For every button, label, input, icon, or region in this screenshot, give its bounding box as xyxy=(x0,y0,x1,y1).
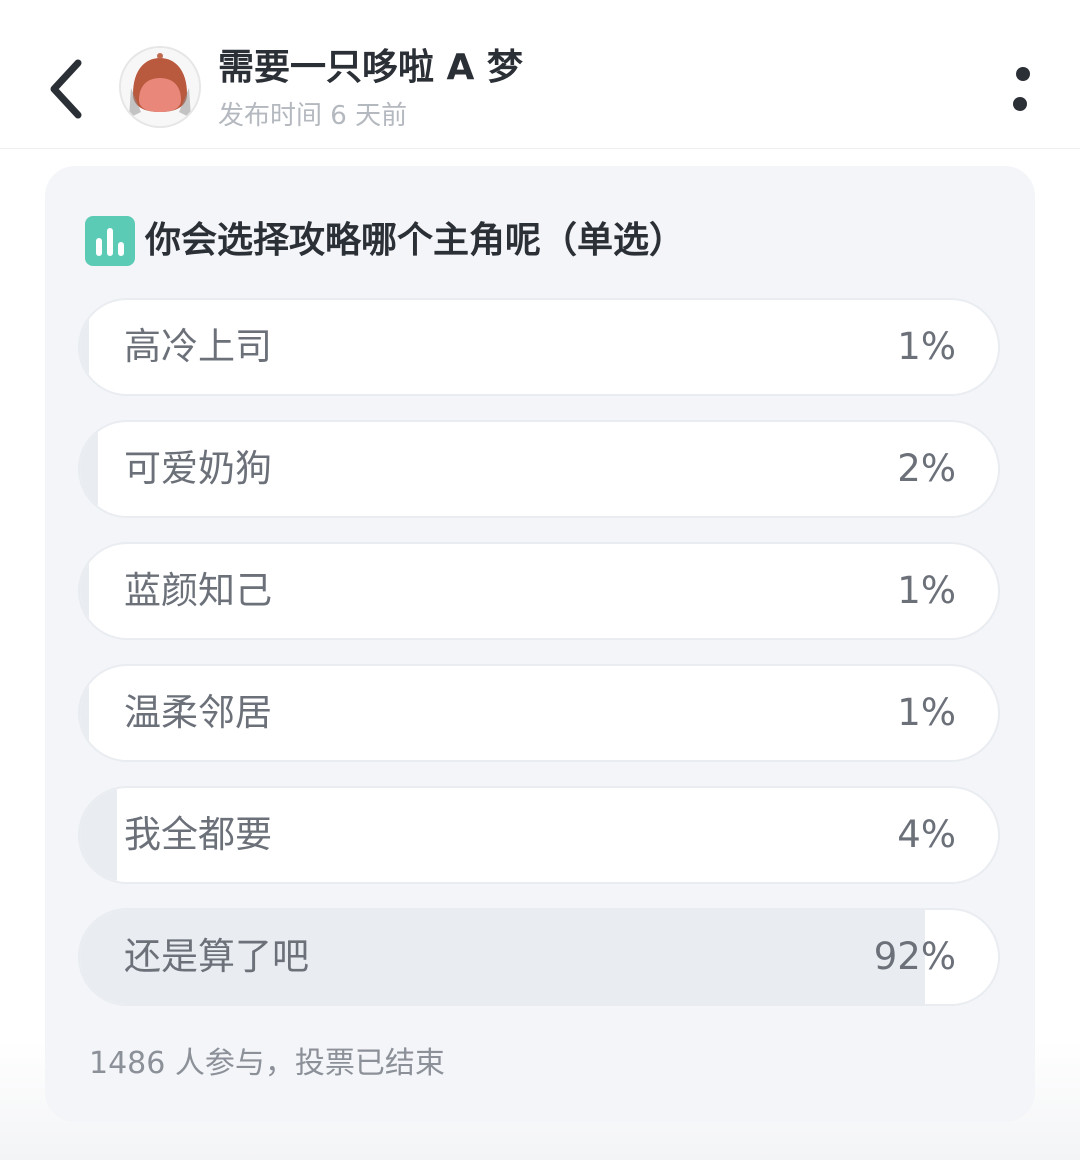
option-label: 可爱奶狗 xyxy=(124,447,272,490)
avatar[interactable] xyxy=(121,48,199,126)
more-vertical-icon xyxy=(1013,67,1030,111)
option-label: 温柔邻居 xyxy=(124,691,272,734)
top-bar: 需要一只哆啦 A 梦 发布时间 6 天前 xyxy=(0,0,1080,149)
poll-option[interactable]: 可爱奶狗 2% xyxy=(78,420,1000,518)
option-result-bar xyxy=(80,666,90,760)
poll-option[interactable]: 蓝颜知己 1% xyxy=(78,542,1000,640)
option-percent: 1% xyxy=(897,569,956,612)
option-label: 还是算了吧 xyxy=(124,935,309,978)
poll-option[interactable]: 还是算了吧 92% xyxy=(78,908,1000,1006)
option-label: 蓝颜知己 xyxy=(124,569,272,612)
post-title: 需要一只哆啦 A 梦 xyxy=(218,47,523,88)
bar-chart-icon xyxy=(85,216,135,266)
option-percent: 4% xyxy=(897,813,956,856)
option-result-bar xyxy=(80,788,117,882)
option-percent: 1% xyxy=(897,691,956,734)
option-result-bar xyxy=(80,544,90,638)
post-time: 发布时间 6 天前 xyxy=(218,101,408,131)
chevron-left-icon xyxy=(50,59,82,119)
poll-option[interactable]: 温柔邻居 1% xyxy=(78,664,1000,762)
poll-footer: 1486 人参与，投票已结束 xyxy=(89,1046,445,1081)
option-label: 高冷上司 xyxy=(124,325,272,368)
back-button[interactable] xyxy=(36,54,96,124)
option-result-bar xyxy=(80,422,99,516)
option-percent: 2% xyxy=(897,447,956,490)
poll-question: 你会选择攻略哪个主角呢（单选） xyxy=(145,220,686,261)
poll-option[interactable]: 我全都要 4% xyxy=(78,786,1000,884)
option-label: 我全都要 xyxy=(124,813,272,856)
option-percent: 92% xyxy=(873,935,956,978)
page: 需要一只哆啦 A 梦 发布时间 6 天前 你会选择攻略哪个主角呢（单选） 高冷上… xyxy=(0,0,1080,1160)
option-percent: 1% xyxy=(897,325,956,368)
more-button[interactable] xyxy=(1000,62,1044,118)
poll-card: 你会选择攻略哪个主角呢（单选） 高冷上司 1% 可爱奶狗 2% 蓝颜知己 1% … xyxy=(45,166,1035,1122)
poll-option[interactable]: 高冷上司 1% xyxy=(78,298,1000,396)
avatar-image xyxy=(121,48,199,126)
option-result-bar xyxy=(80,300,90,394)
